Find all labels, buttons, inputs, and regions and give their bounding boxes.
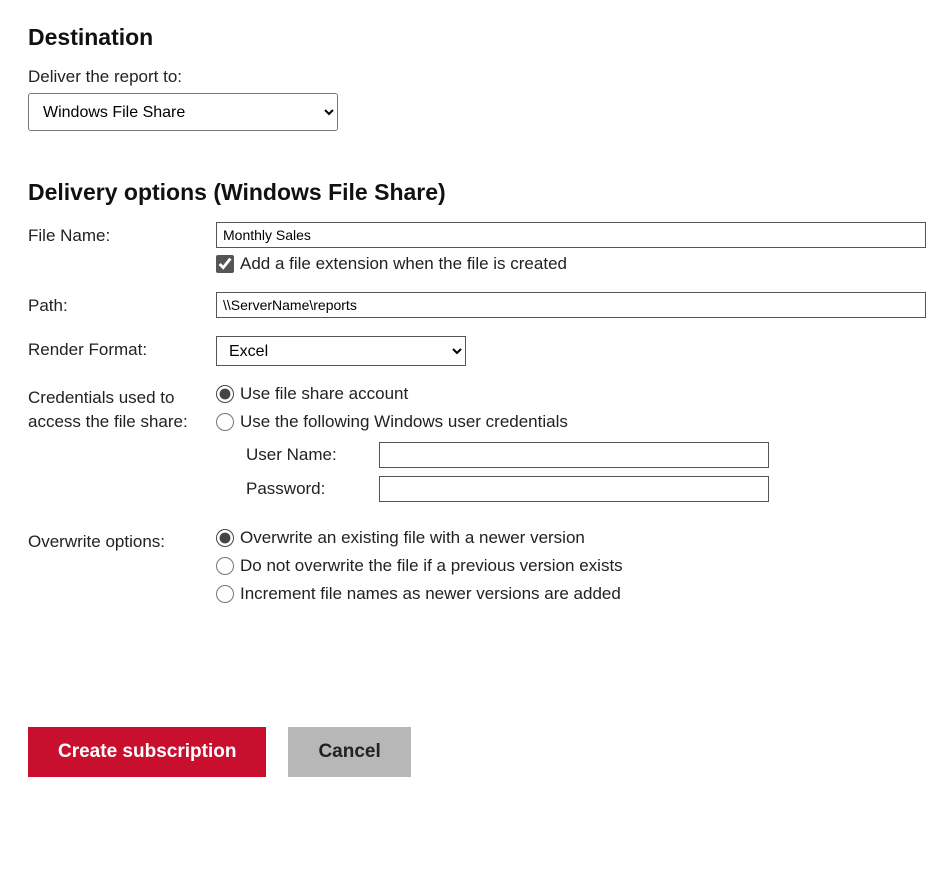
create-subscription-button[interactable]: Create subscription: [28, 727, 266, 777]
path-label: Path:: [28, 292, 208, 318]
render-format-label: Render Format:: [28, 336, 208, 362]
overwrite-options-label: Overwrite options:: [28, 528, 208, 554]
do-not-overwrite-label: Do not overwrite the file if a previous …: [240, 556, 623, 576]
use-file-share-label: Use file share account: [240, 384, 408, 404]
file-name-input[interactable]: [216, 222, 926, 248]
delivery-options-heading: Delivery options (Windows File Share): [28, 179, 918, 206]
user-name-input[interactable]: [379, 442, 769, 468]
cancel-button[interactable]: Cancel: [288, 727, 410, 777]
overwrite-label: Overwrite an existing file with a newer …: [240, 528, 585, 548]
overwrite-radio[interactable]: [216, 529, 234, 547]
password-label: Password:: [246, 479, 371, 499]
deliver-to-label: Deliver the report to:: [28, 67, 918, 87]
render-format-select[interactable]: Excel: [216, 336, 466, 366]
destination-heading: Destination: [28, 24, 918, 51]
user-name-label: User Name:: [246, 445, 371, 465]
increment-radio[interactable]: [216, 585, 234, 603]
password-input[interactable]: [379, 476, 769, 502]
increment-label: Increment file names as newer versions a…: [240, 584, 621, 604]
path-input[interactable]: [216, 292, 926, 318]
use-following-label: Use the following Windows user credentia…: [240, 412, 568, 432]
deliver-to-select[interactable]: Windows File Share: [28, 93, 338, 131]
add-extension-checkbox[interactable]: [216, 255, 234, 273]
use-file-share-radio[interactable]: [216, 385, 234, 403]
use-following-radio[interactable]: [216, 413, 234, 431]
credentials-label: Credentials used to access the file shar…: [28, 384, 208, 434]
do-not-overwrite-radio[interactable]: [216, 557, 234, 575]
add-extension-label: Add a file extension when the file is cr…: [240, 254, 567, 274]
file-name-label: File Name:: [28, 222, 208, 248]
